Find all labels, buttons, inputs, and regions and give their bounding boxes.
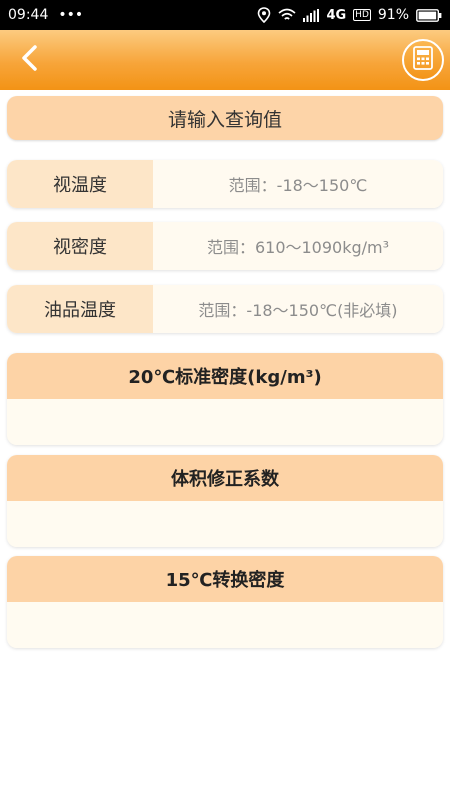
apparent-temperature-label: 视温度 — [7, 160, 153, 208]
app-header — [0, 30, 450, 90]
volume-correction-value — [7, 501, 443, 547]
chevron-left-icon — [20, 45, 40, 75]
wifi-icon — [278, 8, 296, 22]
input-row-apparent-density: 视密度 范围：610～1090kg/m³ — [7, 222, 443, 270]
battery-icon — [416, 8, 442, 22]
query-heading: 请输入查询值 — [7, 96, 443, 140]
status-time: 09:44 — [8, 7, 49, 23]
battery-percent: 91% — [377, 7, 409, 23]
signal-icon — [303, 8, 320, 22]
input-row-apparent-temperature: 视温度 范围：-18～150℃ — [7, 160, 443, 208]
oil-temperature-input[interactable]: 范围：-18～150℃(非必填) — [153, 285, 443, 333]
location-icon — [257, 7, 271, 23]
result-standard-density: 20℃标准密度(kg/m³) — [7, 353, 443, 445]
standard-density-title: 20℃标准密度(kg/m³) — [7, 353, 443, 399]
back-button[interactable] — [14, 44, 46, 76]
oil-temperature-label: 油品温度 — [7, 285, 153, 333]
calculator-icon — [413, 46, 433, 74]
calculator-button[interactable] — [402, 39, 444, 81]
hd-badge: HD — [353, 9, 371, 21]
standard-density-value — [7, 399, 443, 445]
network-type: 4G — [326, 7, 347, 23]
apparent-density-input[interactable]: 范围：610～1090kg/m³ — [153, 222, 443, 270]
volume-correction-title: 体积修正系数 — [7, 455, 443, 501]
converted-density-title: 15℃转换密度 — [7, 556, 443, 602]
apparent-density-label: 视密度 — [7, 222, 153, 270]
input-row-oil-temperature: 油品温度 范围：-18～150℃(非必填) — [7, 285, 443, 333]
apparent-temperature-input[interactable]: 范围：-18～150℃ — [153, 160, 443, 208]
notification-dots: ••• — [58, 7, 84, 23]
result-volume-correction: 体积修正系数 — [7, 455, 443, 547]
converted-density-value — [7, 602, 443, 648]
result-15c-density: 15℃转换密度 — [7, 556, 443, 648]
status-bar: 09:44 ••• 4G HD 91% — [0, 0, 450, 30]
